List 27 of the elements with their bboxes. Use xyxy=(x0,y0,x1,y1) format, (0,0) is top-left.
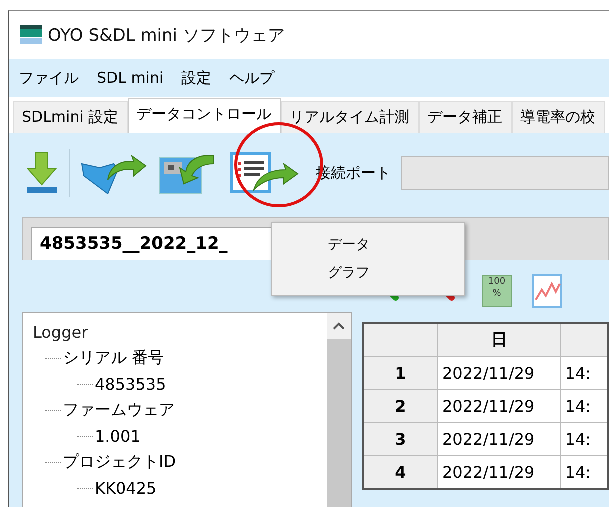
table-cell: 2022/11/29 xyxy=(438,356,561,390)
menu-item[interactable]: 設定 xyxy=(182,68,212,88)
tab[interactable]: データ補正 xyxy=(418,101,512,133)
tree-item[interactable]: プロジェクトID xyxy=(63,452,176,472)
tree-item[interactable]: ファームウェア xyxy=(63,400,175,420)
menu-item[interactable]: SDL mini xyxy=(97,69,164,87)
row-header: 4 xyxy=(363,456,438,489)
tab[interactable]: SDLmini 設定 xyxy=(13,101,128,133)
tree-item[interactable]: シリアル 番号 xyxy=(63,348,164,368)
row-header: 1 xyxy=(363,356,438,390)
table-cell: 2022/11/29 xyxy=(438,390,561,422)
tree-item[interactable]: 4853535 xyxy=(95,374,166,394)
column-header: 日 xyxy=(438,323,561,356)
zoom-100-icon[interactable]: 100 % xyxy=(482,275,512,307)
tab[interactable]: データコントロール xyxy=(128,98,281,133)
window-title: OYO S&DL mini ソフトウェア xyxy=(48,24,285,46)
menu-item[interactable]: グラフ xyxy=(272,259,464,287)
menu-item[interactable]: ヘルプ xyxy=(230,68,275,88)
table-cell: 2022/11/29 xyxy=(438,422,561,456)
tree-item[interactable]: KK0425 xyxy=(95,478,157,498)
row-header: 3 xyxy=(363,422,438,456)
tab[interactable]: 導電率の校 xyxy=(512,101,605,133)
row-header: 2 xyxy=(363,390,438,422)
tree-item[interactable]: 1.001 xyxy=(95,426,141,446)
tree-item[interactable]: Logger xyxy=(33,319,317,345)
menu-item[interactable]: ファイル xyxy=(19,68,79,88)
tab[interactable]: リアルタイム計測 xyxy=(280,101,419,133)
